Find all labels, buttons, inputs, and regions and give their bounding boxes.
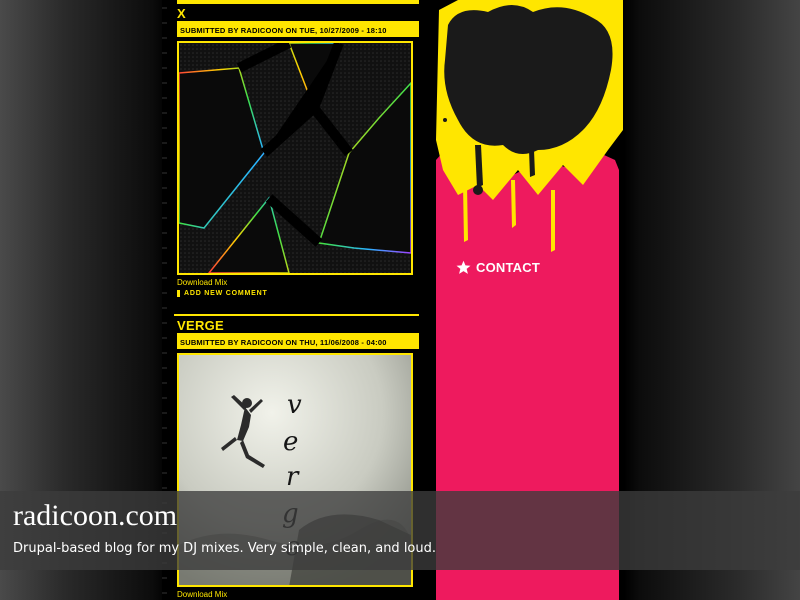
contact-label: CONTACT — [476, 260, 540, 275]
post-title[interactable]: VERGE — [177, 319, 419, 332]
artwork-letter-e: e — [283, 427, 298, 457]
post-title-bar: X — [177, 0, 419, 24]
x-artwork-graphic — [179, 43, 411, 273]
post-title[interactable]: X — [177, 7, 419, 20]
artwork-letter-r: r — [286, 462, 300, 492]
contact-link[interactable]: CONTACT — [456, 260, 540, 275]
post-meta: SUBMITTED BY RADICOON ON THU, 11/06/2008… — [177, 336, 419, 349]
star-icon — [456, 260, 471, 274]
post-artwork-x — [177, 41, 413, 275]
post-title-bar: VERGE — [177, 316, 419, 336]
post-meta: SUBMITTED BY RADICOON ON TUE, 10/27/2009… — [177, 24, 419, 37]
artwork-letter-v: v — [287, 390, 302, 420]
caption-title: radicoon.com — [13, 499, 178, 532]
caption-description: Drupal-based blog for my DJ mixes. Very … — [13, 541, 437, 556]
